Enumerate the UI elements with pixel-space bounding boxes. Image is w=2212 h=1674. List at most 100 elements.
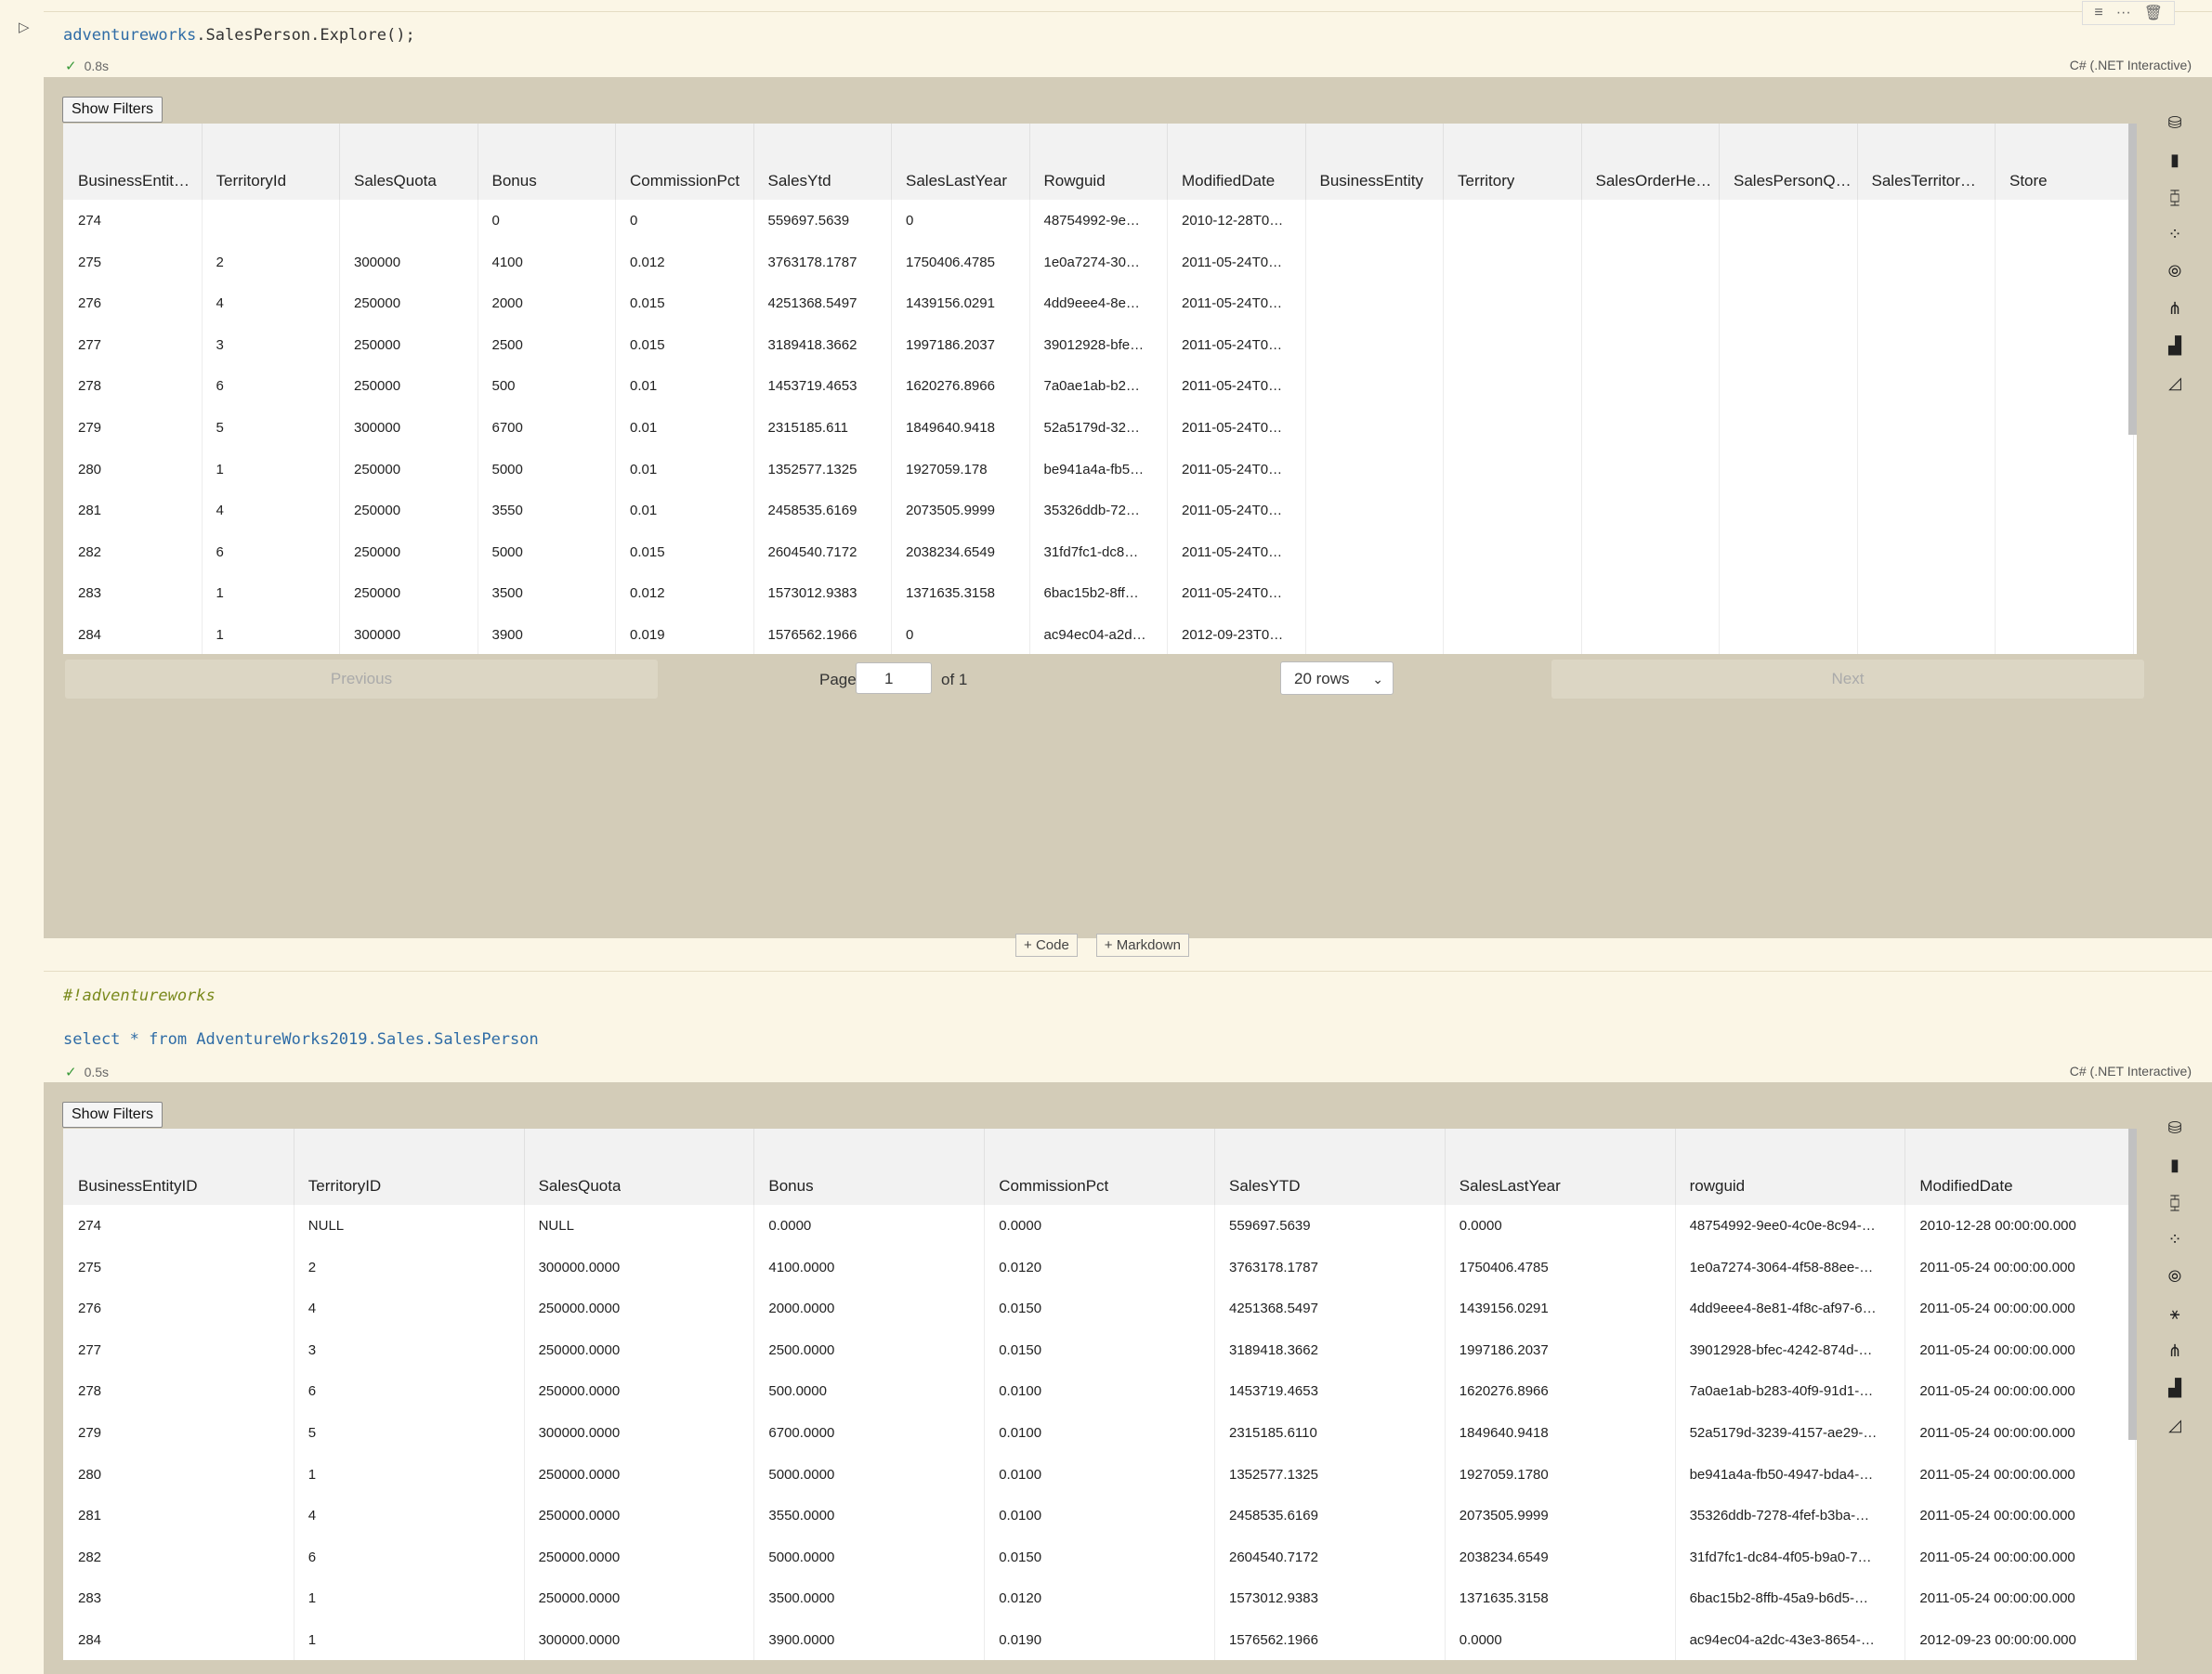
area-chart-icon[interactable]: ◿ <box>2164 1414 2186 1436</box>
rows-select[interactable]: 20 rows ⌄ <box>1280 661 1394 695</box>
table-row[interactable]: 284 1 300000 3900 0.019 1576562.1966 0 ac94ec04… <box>63 614 2137 654</box>
bar-chart-icon[interactable]: ▮ <box>2164 1154 2186 1176</box>
magic-command: #!adventureworks <box>63 987 216 1005</box>
table-cell: 280 <box>63 1453 294 1496</box>
vertical-scrollbar[interactable] <box>2128 124 2137 435</box>
column-header[interactable]: ModifiedDate <box>1904 1129 2137 1205</box>
bubble-icon[interactable]: ⦾ <box>2164 1265 2186 1288</box>
column-header[interactable]: CommissionPct <box>984 1129 1215 1205</box>
vertical-scrollbar[interactable] <box>2128 1129 2137 1440</box>
column-header[interactable]: SalesQuota <box>339 124 478 200</box>
column-header[interactable]: SalesTerritor… <box>1857 124 1996 200</box>
column-header[interactable]: rowguid <box>1675 1129 1906 1205</box>
column-header-label: SalesYTD <box>1229 1177 1301 1195</box>
tree-icon[interactable]: ⋔ <box>2164 297 2186 320</box>
show-filters-button[interactable]: Show Filters <box>62 1102 164 1128</box>
column-header[interactable]: BusinessEntit… <box>63 124 203 200</box>
column-header[interactable]: TerritoryID <box>294 1129 525 1205</box>
page-input[interactable]: 1 <box>856 662 932 694</box>
column-header[interactable]: SalesOrderHe… <box>1581 124 1720 200</box>
table-cell: 2604540.7172 <box>1214 1536 1446 1578</box>
column-header[interactable]: Territory <box>1443 124 1582 200</box>
table-cell <box>1719 365 1858 407</box>
column-header[interactable]: BusinessEntityID <box>63 1129 294 1205</box>
table-cell-value: 1 <box>216 627 224 643</box>
column-header[interactable]: SalesQuota <box>524 1129 755 1205</box>
next-button[interactable]: Next <box>1551 660 2144 699</box>
table-row[interactable]: 275 2 300000 4100 0.012 3763178.1787 1750406.4… <box>63 241 2137 283</box>
table-cell: 1e0a7274-30… <box>1029 241 1168 283</box>
column-header[interactable]: Bonus <box>753 1129 986 1205</box>
line-bars-icon[interactable]: ▟ <box>2164 334 2186 357</box>
table-row[interactable]: 276 4 250000.0000 2000.0000 0.0150 4251368.54… <box>63 1288 2137 1329</box>
table-row[interactable]: 278 6 250000 500 0.01 1453719.4653 1620276.896… <box>63 365 2137 407</box>
table-cell: 6 <box>294 1536 525 1578</box>
table-cell: 1849640.9418 <box>1445 1412 1676 1454</box>
table-row[interactable]: 281 4 250000.0000 3550.0000 0.0100 2458535.61… <box>63 1495 2137 1537</box>
table-cell-value: 6bac15b2-8ffb-45a9-b6d5-… <box>1689 1590 1868 1607</box>
line-bars-icon[interactable]: ▟ <box>2164 1377 2186 1399</box>
table-cell-value: 4dd9eee4-8e… <box>1043 295 1140 312</box>
bubble-icon[interactable]: ⦾ <box>2164 260 2186 282</box>
column-header[interactable]: Rowguid <box>1029 124 1168 200</box>
table-row[interactable]: 279 5 300000.0000 6700.0000 0.0100 2315185.61… <box>63 1412 2137 1454</box>
table-row[interactable]: 278 6 250000.0000 500.0000 0.0100 1453719.465… <box>63 1370 2137 1412</box>
code-cell-1[interactable]: ≡ ··· 🗑 adventureworks.SalesPerson.Explo… <box>44 1 2212 77</box>
column-header[interactable]: Store <box>1995 124 2134 200</box>
column-header[interactable]: CommissionPct <box>615 124 754 200</box>
table-row[interactable]: 277 3 250000 2500 0.015 3189418.3662 1997186.2… <box>63 323 2137 366</box>
table-row[interactable]: 281 4 250000 3550 0.01 2458535.6169 2073505.99… <box>63 490 2137 531</box>
kernel-label[interactable]: C# (.NET Interactive) <box>2070 1064 2192 1079</box>
column-header[interactable]: SalesYtd <box>753 124 892 200</box>
table-cell <box>1305 241 1444 283</box>
column-header[interactable]: BusinessEntity <box>1305 124 1444 200</box>
table-cell-value: 4 <box>308 1508 317 1524</box>
format-icon[interactable]: ≡ <box>2094 5 2102 21</box>
table-row[interactable]: 276 4 250000 2000 0.015 4251368.5497 1439156.0… <box>63 282 2137 324</box>
tree-icon[interactable]: ⋔ <box>2164 1340 2186 1362</box>
column-header[interactable]: ModifiedDate <box>1167 124 1306 200</box>
candlestick-icon[interactable]: ⧮ <box>2164 186 2186 208</box>
table-cell <box>1305 323 1444 366</box>
column-header[interactable]: SalesPersonQ… <box>1719 124 1858 200</box>
database-icon[interactable]: ⛁ <box>2164 111 2186 134</box>
table-row[interactable]: 277 3 250000.0000 2500.0000 0.0150 3189418.36… <box>63 1328 2137 1371</box>
previous-button[interactable]: Previous <box>65 660 658 699</box>
table-cell-value: 2315185.6110 <box>1229 1425 1317 1441</box>
table-row[interactable]: 274 0 0 559697.5639 0 48754992-9e… 2010-12-28T… <box>63 200 2137 242</box>
code-cell-2[interactable]: #!adventureworks select * from Adventure… <box>44 971 2212 1083</box>
kernel-label[interactable]: C# (.NET Interactive) <box>2070 58 2192 72</box>
table-row[interactable]: 279 5 300000 6700 0.01 2315185.611 1849640.941… <box>63 407 2137 449</box>
table-row[interactable]: 283 1 250000.0000 3500.0000 0.0120 1573012.93… <box>63 1577 2137 1619</box>
table-cell-value: 4 <box>216 295 224 312</box>
candlestick-icon[interactable]: ⧮ <box>2164 1191 2186 1213</box>
database-icon[interactable]: ⛁ <box>2164 1117 2186 1139</box>
more-icon[interactable]: ··· <box>2116 5 2131 21</box>
area-chart-icon[interactable]: ◿ <box>2164 372 2186 394</box>
bar-chart-icon[interactable]: ▮ <box>2164 149 2186 171</box>
column-header[interactable]: SalesLastYear <box>1445 1129 1676 1205</box>
add-markdown-button[interactable]: + Markdown <box>1095 934 1189 957</box>
table-row[interactable]: 284 1 300000.0000 3900.0000 0.0190 1576562.19… <box>63 1619 2137 1660</box>
column-header[interactable]: SalesLastYear <box>891 124 1030 200</box>
table-row[interactable]: 282 6 250000 5000 0.015 2604540.7172 2038234.6… <box>63 530 2137 573</box>
table-row[interactable]: 282 6 250000.0000 5000.0000 0.0150 2604540.71… <box>63 1536 2137 1578</box>
column-header[interactable]: Bonus <box>478 124 616 200</box>
column-header[interactable]: SalesYTD <box>1214 1129 1446 1205</box>
table-row[interactable]: 280 1 250000 5000 0.01 1352577.1325 1927059.17… <box>63 448 2137 490</box>
column-header[interactable]: TerritoryId <box>202 124 340 200</box>
table-row[interactable]: 275 2 300000.0000 4100.0000 0.0120 3763178.17… <box>63 1246 2137 1288</box>
code-line[interactable]: adventureworks.SalesPerson.Explore(); <box>63 26 415 45</box>
table-row[interactable]: 280 1 250000.0000 5000.0000 0.0100 1352577.13… <box>63 1453 2137 1496</box>
scatter-icon[interactable]: ⁘ <box>2164 223 2186 245</box>
scatter-icon[interactable]: ⁘ <box>2164 1228 2186 1250</box>
add-code-button[interactable]: + Code <box>1015 934 1078 957</box>
table-row[interactable]: 274 NULL NULL 0.0000 0.0000 559697.5639 0.0000… <box>63 1205 2137 1247</box>
table-cell: 0.0000 <box>753 1205 986 1247</box>
network-icon[interactable]: ⚹ <box>2164 1302 2186 1325</box>
show-filters-button[interactable]: Show Filters <box>62 97 164 123</box>
table-row[interactable]: 283 1 250000 3500 0.012 1573012.9383 1371635.3… <box>63 572 2137 614</box>
table-cell: 250000.0000 <box>524 1536 755 1578</box>
delete-icon[interactable]: 🗑 <box>2144 4 2163 22</box>
run-cell-icon[interactable]: ▷ <box>19 19 35 35</box>
